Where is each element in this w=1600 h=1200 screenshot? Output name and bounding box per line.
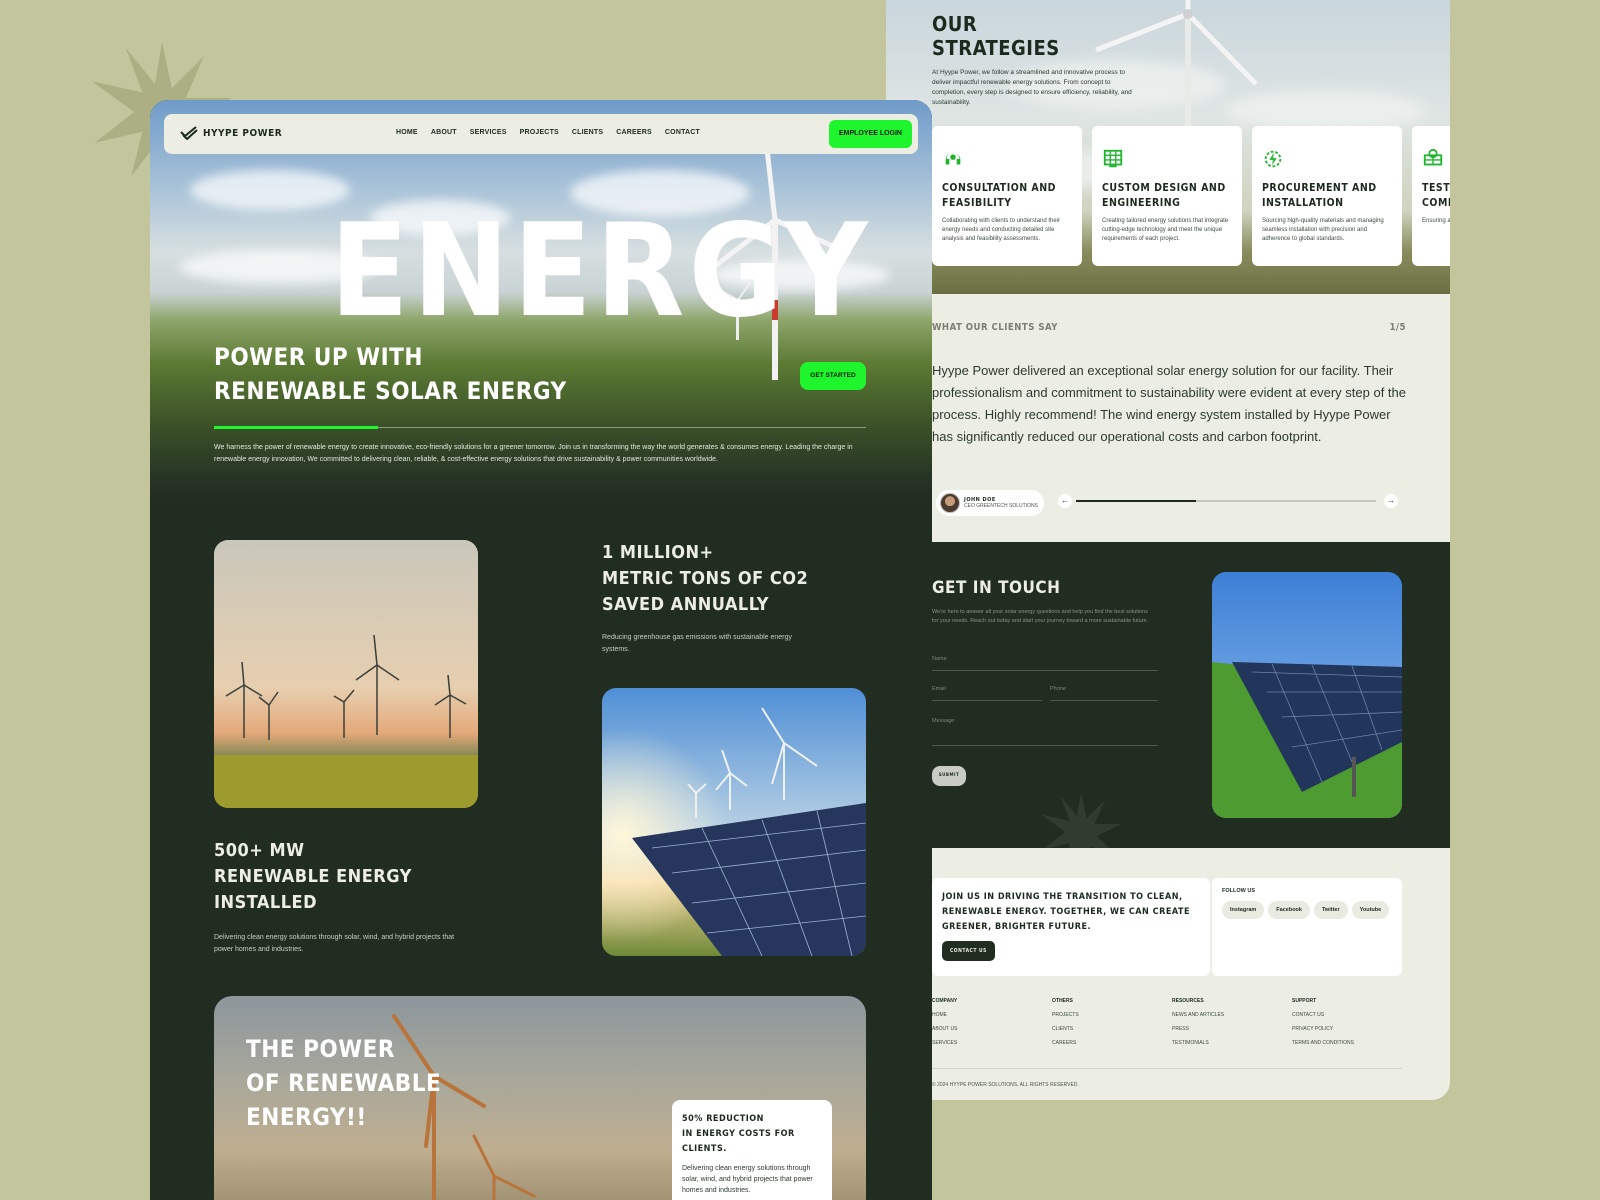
message-field[interactable]: Message <box>932 718 1158 746</box>
footer-link[interactable]: TERMS AND CONDITIONS <box>1292 1036 1402 1050</box>
contact-title: GET IN TOUCH <box>932 578 1061 598</box>
footer-link[interactable]: CONTACT US <box>1292 1008 1402 1022</box>
stat-co2-title: 1 MILLION+ METRIC TONS OF CO2 SAVED ANNUAL… <box>602 542 809 615</box>
starburst-decoration <box>1041 792 1121 848</box>
footer-column-resources: RESOURCES NEWS AND ARTICLES PRESS TESTIM… <box>1172 994 1282 1050</box>
social-twitter[interactable]: Twitter <box>1313 901 1348 919</box>
strategy-card[interactable]: CUSTOM DESIGN AND ENGINEERING Creating ta… <box>1092 126 1242 266</box>
hero-paragraph: We harness the power of renewable energy… <box>214 444 853 463</box>
website-preview-main: HYYPE POWER HOME ABOUT SERVICES PROJECTS… <box>150 100 932 1200</box>
footer-divider <box>932 1068 1402 1069</box>
avatar <box>940 493 960 513</box>
headset-icon <box>945 152 961 165</box>
email-field[interactable]: Email <box>932 686 1042 701</box>
hero-big-word: ENERGY <box>330 197 872 346</box>
footer-column-company: COMPANY HOME ABOUT US SERVICES <box>932 994 1042 1050</box>
footer-column-others: OTHERS PROJECTS CLIENTS CAREERS <box>1052 994 1162 1050</box>
social-facebook[interactable]: Facebook <box>1268 901 1310 919</box>
solar-wind-sunset-image <box>602 688 866 956</box>
testimonial-section: WHAT OUR CLIENTS SAY 1/5 Hyype Power del… <box>932 322 1406 516</box>
top-navigation: HYYPE POWER HOME ABOUT SERVICES PROJECTS… <box>164 114 918 154</box>
nav-projects[interactable]: PROJECTS <box>520 129 559 136</box>
bolt-gear-icon <box>1264 150 1282 168</box>
testimonial-author: JOHN DOE CEO GREENTECH SOLUTIONS <box>936 490 1044 516</box>
contact-desc: We're here to answer all your solar ener… <box>932 609 1149 624</box>
nav-clients[interactable]: CLIENTS <box>572 129 603 136</box>
author-role: CEO GREENTECH SOLUTIONS <box>964 503 1038 509</box>
website-preview-secondary: OUR STRATEGIES At Hyype Power, we follow… <box>886 0 1450 1100</box>
wind-farm-sunset-image <box>214 540 478 808</box>
footer-link[interactable]: NEWS AND ARTICLES <box>1172 1008 1282 1022</box>
stat-mw-desc: Delivering clean energy solutions throug… <box>214 934 455 953</box>
testimonial-quote: Hyype Power delivered an exceptional sol… <box>932 363 1407 444</box>
testimonial-counter: 1/5 <box>1389 322 1406 333</box>
footer-link[interactable]: CLIENTS <box>1052 1022 1162 1036</box>
strategy-cards: CONSULTATION AND FEASIBILITY Collaboratin… <box>932 126 1450 266</box>
wind-turbine-icon <box>1095 0 1258 130</box>
footer-cta-text: JOIN US IN DRIVING THE TRANSITION TO CLE… <box>942 892 1190 932</box>
brand-logo[interactable]: HYYPE POWER <box>180 126 282 140</box>
follow-us-card: FOLLOW US Instagram Facebook Twitter You… <box>1212 878 1402 976</box>
social-instagram[interactable]: Instagram <box>1222 901 1265 919</box>
footer-link[interactable]: HOME <box>932 1008 1042 1022</box>
employee-login-button[interactable]: EMPLOYEE LOGIN <box>828 120 912 148</box>
follow-label: FOLLOW US <box>1222 888 1255 894</box>
banner-headline: THE POWER OF RENEWABLE ENERGY!! <box>246 1035 442 1131</box>
nav-about[interactable]: ABOUT <box>431 129 457 136</box>
logo-checkmark-icon <box>180 126 198 140</box>
stat-co2-desc: Reducing greenhouse gas emissions with s… <box>602 634 792 653</box>
hero-section: HYYPE POWER HOME ABOUT SERVICES PROJECTS… <box>150 100 932 500</box>
copyright: © 2024 HYYPE POWER SOLUTIONS. ALL RIGHTS… <box>932 1082 1079 1088</box>
strategies-intro: At Hyype Power, we follow a streamlined … <box>932 69 1132 106</box>
footer-link[interactable]: SERVICES <box>932 1036 1042 1050</box>
strategy-card[interactable]: PROCUREMENT AND INSTALLATION Sourcing hig… <box>1252 126 1402 266</box>
footer-link[interactable]: PROJECTS <box>1052 1008 1162 1022</box>
contact-section: GET IN TOUCH We're here to answer all yo… <box>886 542 1450 848</box>
nav-home[interactable]: HOME <box>396 129 418 136</box>
prev-arrow-button[interactable]: ← <box>1058 494 1072 508</box>
get-started-button[interactable]: GET STARTED <box>800 362 866 390</box>
next-arrow-button[interactable]: → <box>1384 494 1398 508</box>
submit-button[interactable]: SUBMIT <box>932 766 966 786</box>
footer-link[interactable]: TESTIMONIALS <box>1172 1036 1282 1050</box>
footer-link[interactable]: CAREERS <box>1052 1036 1162 1050</box>
strategy-card[interactable]: TESTICOMM Ensuring a operationa day one. <box>1412 126 1450 266</box>
solar-field-image <box>1212 572 1402 818</box>
footer-link[interactable]: PRESS <box>1172 1022 1282 1036</box>
hero-headline: POWER UP WITH RENEWABLE SOLAR ENERGY <box>214 343 567 405</box>
testimonial-progress <box>1076 500 1376 502</box>
phone-field[interactable]: Phone <box>1050 686 1158 701</box>
main-menu: HOME ABOUT SERVICES PROJECTS CLIENTS CAR… <box>396 129 700 136</box>
cost-reduction-card: 50% REDUCTION IN ENERGY COSTS FOR CLIENTS… <box>672 1100 832 1200</box>
solar-panel-icon <box>1103 149 1123 168</box>
contact-us-button[interactable]: CONTACT US <box>942 941 995 961</box>
name-field[interactable]: Name <box>932 656 1158 671</box>
footer-link[interactable]: PRIVACY POLICY <box>1292 1022 1402 1036</box>
solar-monitor-icon <box>1423 148 1443 166</box>
hero-divider <box>214 426 866 429</box>
testimonial-label: WHAT OUR CLIENTS SAY <box>932 322 1058 333</box>
footer-cta-card: JOIN US IN DRIVING THE TRANSITION TO CLE… <box>932 878 1210 976</box>
stat-mw-title: 500+ MW RENEWABLE ENERGY INSTALLED <box>214 840 412 913</box>
nav-services[interactable]: SERVICES <box>470 129 507 136</box>
strategies-title: OUR STRATEGIES <box>932 12 1060 60</box>
footer-column-support: SUPPORT CONTACT US PRIVACY POLICY TERMS … <box>1292 994 1402 1050</box>
power-banner: THE POWER OF RENEWABLE ENERGY!! 50% REDUCT… <box>214 996 866 1200</box>
footer-link[interactable]: ABOUT US <box>932 1022 1042 1036</box>
strategy-card[interactable]: CONSULTATION AND FEASIBILITY Collaboratin… <box>932 126 1082 266</box>
nav-contact[interactable]: CONTACT <box>665 129 700 136</box>
social-youtube[interactable]: Youtube <box>1351 901 1390 919</box>
nav-careers[interactable]: CAREERS <box>616 129 652 136</box>
